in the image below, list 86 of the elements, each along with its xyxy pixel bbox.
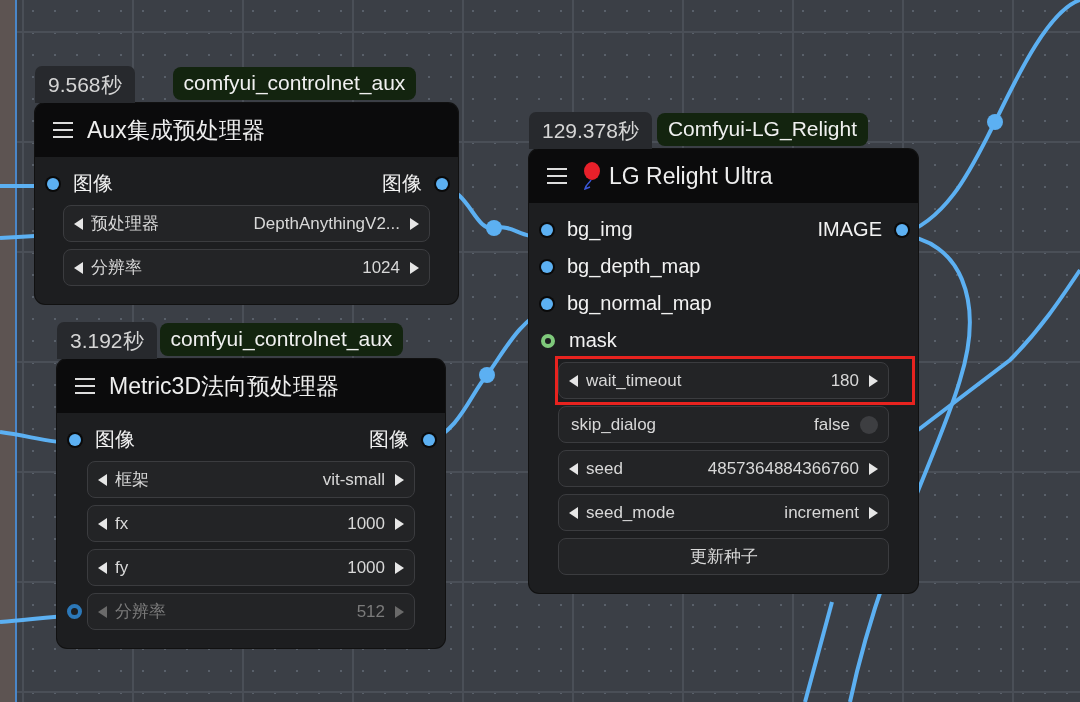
node-title: Aux集成预处理器: [87, 115, 265, 145]
caret-left-icon[interactable]: [569, 374, 578, 387]
number-stepper[interactable]: fy 1000: [87, 549, 415, 586]
menu-icon[interactable]: [53, 122, 73, 138]
node-source-tag: comfyui_controlnet_aux: [159, 323, 404, 356]
widget-value: DepthAnythingV2...: [253, 213, 400, 234]
widget-value: 180: [830, 370, 859, 391]
widget-label: 预处理器: [91, 213, 160, 235]
menu-icon[interactable]: [75, 378, 95, 394]
widget-value: increment: [784, 502, 859, 523]
caret-left-icon[interactable]: [569, 506, 578, 519]
input-label: 图像: [73, 171, 113, 196]
widget-label: 分辨率: [91, 257, 143, 279]
toggle-knob[interactable]: [860, 415, 878, 434]
widget-value: 512: [356, 601, 385, 622]
widget-label: seed: [586, 458, 624, 479]
widget-value: 1000: [347, 513, 385, 534]
caret-right-icon[interactable]: [395, 473, 404, 486]
caret-left-icon[interactable]: [74, 261, 83, 274]
caret-left-icon[interactable]: [74, 217, 83, 230]
node-title: LG Relight Ultra: [609, 162, 773, 190]
update-seed-button[interactable]: 更新种子: [558, 538, 889, 575]
number-stepper[interactable]: seed 4857364884366760: [558, 450, 889, 487]
output-label: 图像: [369, 427, 409, 452]
node-title: Metric3D法向预处理器: [109, 371, 339, 401]
number-stepper[interactable]: 预处理器 DepthAnythingV2...: [63, 205, 430, 242]
widget-value: 1024: [362, 257, 400, 278]
caret-right-icon[interactable]: [869, 374, 878, 387]
input-label: bg_depth_map: [567, 255, 701, 278]
widget-label: fx: [115, 513, 130, 534]
caret-right-icon[interactable]: [395, 561, 404, 574]
caret-right-icon[interactable]: [395, 517, 404, 530]
menu-icon[interactable]: [547, 168, 567, 184]
node-panel[interactable]: Aux集成预处理器 图像 图像 预处理器 DepthAnythingV2... 分辨率 1024: [35, 103, 458, 304]
reroute-dot[interactable]: [479, 367, 495, 383]
input-slot[interactable]: [541, 297, 553, 310]
number-stepper[interactable]: fx 1000: [87, 505, 415, 542]
caret-left-icon[interactable]: [98, 561, 107, 574]
input-label: 图像: [95, 427, 135, 452]
reroute-dot[interactable]: [987, 114, 1003, 130]
caret-right-icon[interactable]: [869, 462, 878, 475]
number-stepper[interactable]: seed_mode increment: [558, 494, 889, 531]
execution-time-badge: 3.192秒: [57, 322, 157, 359]
input-label: mask: [569, 329, 617, 352]
execution-time-badge: 129.378秒: [529, 112, 652, 149]
node-header[interactable]: LG Relight Ultra: [529, 149, 918, 203]
widget-label: fy: [115, 557, 130, 578]
number-stepper[interactable]: 分辨率 1024: [63, 249, 430, 286]
node-source-tag: comfyui_controlnet_aux: [172, 67, 417, 100]
input-slot[interactable]: [47, 177, 59, 190]
widget-label: 分辨率: [115, 601, 167, 623]
node-header[interactable]: Metric3D法向预处理器: [57, 359, 445, 413]
input-label: bg_normal_map: [567, 292, 712, 315]
output-slot[interactable]: [896, 223, 908, 236]
input-slot[interactable]: [541, 223, 553, 236]
toggle-switch[interactable]: skip_dialog false: [558, 406, 889, 443]
input-label: bg_img: [567, 218, 633, 241]
input-slot[interactable]: [541, 260, 553, 273]
caret-left-icon[interactable]: [98, 473, 107, 486]
widget-label: wait_timeout: [586, 370, 683, 391]
output-slot[interactable]: [436, 177, 448, 190]
node-header[interactable]: Aux集成预处理器: [35, 103, 458, 157]
node-panel[interactable]: LG Relight Ultra bg_img IMAGE bg_depth_map bg_normal_map mask wait_timeout 180 skip_dialog false seed 4857364884366760 seed_mode increment 更新种子: [529, 149, 918, 593]
caret-left-icon[interactable]: [569, 462, 578, 475]
execution-time-badge: 9.568秒: [35, 66, 135, 103]
input-slot[interactable]: [541, 333, 555, 348]
widget-label: skip_dialog: [571, 414, 658, 435]
caret-right-icon[interactable]: [410, 261, 419, 274]
widget-label: seed_mode: [586, 502, 676, 523]
widget-label: 框架: [115, 469, 150, 491]
widget-value: vit-small: [322, 469, 385, 490]
output-label: IMAGE: [817, 218, 882, 241]
output-slot[interactable]: [423, 433, 435, 446]
node-source-tag: Comfyui-LG_Relight: [656, 113, 868, 146]
caret-right-icon[interactable]: [869, 506, 878, 519]
number-stepper[interactable]: 框架 vit-small: [87, 461, 415, 498]
caret-right-icon[interactable]: [410, 217, 419, 230]
number-stepper[interactable]: wait_timeout 180: [558, 362, 889, 399]
caret-left-icon[interactable]: [98, 517, 107, 530]
widget-value: false: [814, 414, 850, 435]
reroute-dot[interactable]: [486, 220, 502, 236]
widget-value: 1000: [347, 557, 385, 578]
wire: [0, 234, 36, 240]
widget-value: 4857364884366760: [707, 458, 859, 479]
output-label: 图像: [382, 171, 422, 196]
input-slot[interactable]: [69, 433, 81, 446]
